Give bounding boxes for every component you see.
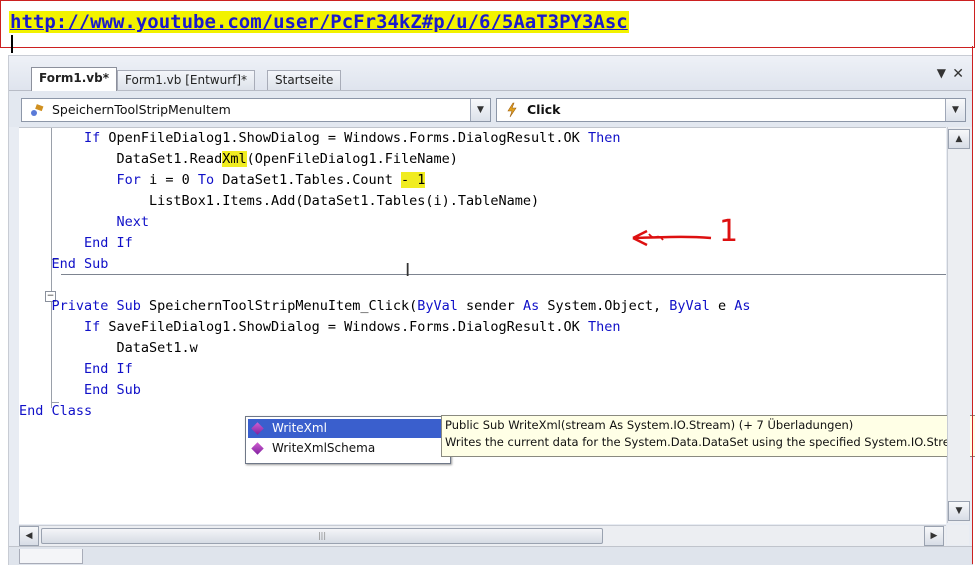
object-combobox-value: SpeichernToolStripMenuItem <box>52 102 231 117</box>
tab-form1-designer[interactable]: Form1.vb [Entwurf]* <box>117 70 256 90</box>
code-line-4: ListBox1.Items.Add(DataSet1.Tables(i).Ta… <box>19 193 540 209</box>
url-banner: http://www.youtube.com/user/PcFr34kZ#p/u… <box>0 0 975 53</box>
horizontal-scroll-thumb[interactable]: ||| <box>41 528 603 544</box>
code-line-2: DataSet1.ReadXml(OpenFileDialog1.FileNam… <box>19 151 458 167</box>
method-icon <box>251 422 264 435</box>
red-frame-edge <box>972 46 973 564</box>
method-icon <box>251 442 264 455</box>
scroll-up-icon[interactable]: ▲ <box>948 129 970 149</box>
scroll-left-icon[interactable]: ◀ <box>19 526 39 546</box>
tooltip-signature: Public Sub WriteXml(stream As System.IO.… <box>445 418 854 432</box>
intellisense-tooltip: Public Sub WriteXml(stream As System.IO.… <box>441 415 975 457</box>
code-line-6: End If <box>19 235 133 251</box>
scroll-right-icon[interactable]: ▶ <box>924 526 944 546</box>
close-icon[interactable]: ✕ <box>952 66 964 82</box>
chevron-down-icon[interactable]: ▼ <box>470 99 490 121</box>
chevron-down-icon[interactable]: ▼ <box>945 99 965 121</box>
code-line-5: Next <box>19 214 150 230</box>
lightning-event-icon <box>507 102 517 118</box>
event-combobox-value: Click <box>527 102 561 117</box>
method-separator <box>61 274 946 275</box>
document-tab-strip: Form1.vb* Form1.vb [Entwurf]* Startseite… <box>9 56 972 91</box>
tab-startseite[interactable]: Startseite <box>267 70 342 90</box>
horizontal-scrollbar[interactable]: ◀ ||| ▶ <box>19 525 946 546</box>
scroll-down-icon[interactable]: ▼ <box>948 501 970 521</box>
code-line-13: End Sub <box>19 382 141 398</box>
code-editor-window: Form1.vb* Form1.vb [Entwurf]* Startseite… <box>8 55 975 565</box>
ibeam-cursor-icon: I <box>405 260 411 281</box>
annotation-number: 1 <box>719 214 739 249</box>
bottom-tool-strip <box>9 546 972 565</box>
intellisense-list[interactable]: WriteXml WriteXmlSchema <box>245 416 451 464</box>
tooltip-description: Writes the current data for the System.D… <box>445 435 969 449</box>
object-combobox[interactable]: SpeichernToolStripMenuItem ▼ <box>21 98 491 122</box>
code-line-10: If SaveFileDialog1.ShowDialog = Windows.… <box>19 319 621 335</box>
event-combobox[interactable]: Click ▼ <box>496 98 966 122</box>
code-line-7: End Sub <box>19 256 109 272</box>
text-caret <box>11 35 13 53</box>
class-member-icon <box>31 104 44 116</box>
code-line-1: If OpenFileDialog1.ShowDialog = Windows.… <box>19 130 621 146</box>
code-line-9: Private Sub SpeichernToolStripMenuItem_C… <box>19 298 751 314</box>
tab-form1-vb[interactable]: Form1.vb* <box>31 67 117 91</box>
annotation-arrow-icon <box>632 229 712 247</box>
code-line-3: For i = 0 To DataSet1.Tables.Count - 1 <box>116 172 426 188</box>
code-line-12: End If <box>19 361 133 377</box>
intellisense-item-writexml[interactable]: WriteXml <box>247 418 447 439</box>
bottom-panel-tab[interactable] <box>19 549 83 564</box>
youtube-url-link[interactable]: http://www.youtube.com/user/PcFr34kZ#p/u… <box>9 11 629 33</box>
code-line-11: DataSet1.w <box>19 340 198 356</box>
tab-dropdown-icon[interactable]: ▼ <box>937 66 946 80</box>
vertical-scrollbar[interactable]: ▲ ▼ <box>947 127 970 523</box>
scrollbar-corner <box>947 525 969 545</box>
navigation-bar: SpeichernToolStripMenuItem ▼ Click ▼ <box>9 91 972 127</box>
code-editor[interactable]: − If OpenFileDialog1.ShowDialog = Window… <box>19 127 946 524</box>
intellisense-item-writexmlschema[interactable]: WriteXmlSchema <box>248 439 446 458</box>
